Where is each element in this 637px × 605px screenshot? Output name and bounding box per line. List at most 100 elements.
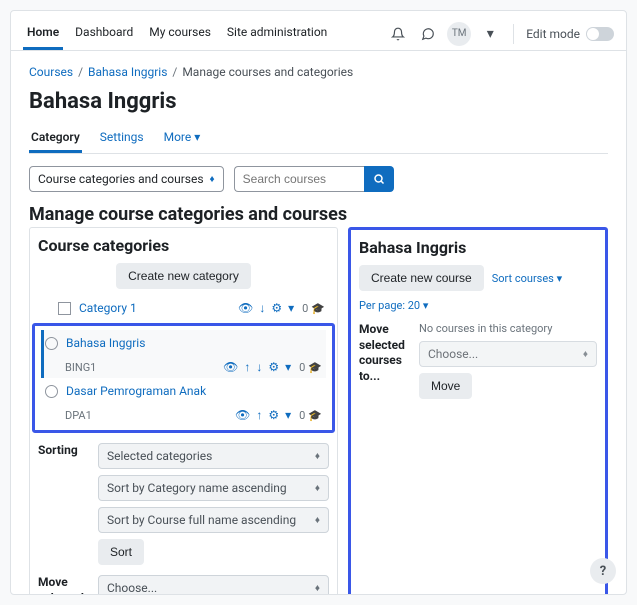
tab-settings[interactable]: Settings: [98, 124, 146, 153]
edit-mode-toggle[interactable]: [586, 27, 614, 41]
breadcrumb-sep: /: [172, 65, 177, 79]
select-caret-icon: ♦: [583, 349, 588, 360]
sort-by-course-select[interactable]: Sort by Course full name ascending♦: [98, 507, 329, 533]
top-nav-left: Home Dashboard My courses Site administr…: [23, 17, 331, 50]
app-frame: Home Dashboard My courses Site administr…: [10, 10, 627, 595]
bell-icon[interactable]: [387, 23, 409, 45]
avatar[interactable]: TM: [447, 22, 471, 46]
search-button[interactable]: [364, 166, 394, 192]
move-courses-button[interactable]: Move: [419, 373, 472, 399]
edit-mode: Edit mode: [526, 27, 614, 41]
select-caret-icon: ♦: [315, 583, 320, 594]
edit-mode-label: Edit mode: [526, 27, 580, 41]
breadcrumb-current: Manage courses and categories: [182, 65, 353, 79]
row-actions: 👁 ↓ ⚙ ▾: [238, 301, 294, 315]
category-radio[interactable]: [45, 385, 58, 398]
category-link[interactable]: Dasar Pemrograman Anak: [66, 384, 322, 398]
chevron-down-icon[interactable]: ▾: [288, 301, 294, 315]
tab-category[interactable]: Category: [29, 124, 82, 153]
breadcrumb: Courses / Bahasa Inggris / Manage course…: [29, 65, 608, 79]
move-target-select[interactable]: Choose...♦: [98, 575, 329, 595]
filter-row: Course categories and courses ♦: [29, 166, 608, 192]
move-courses-label: Move selected courses to...: [359, 322, 409, 384]
nav-home[interactable]: Home: [23, 17, 63, 50]
create-course-button[interactable]: Create new course: [359, 265, 484, 291]
sort-by-category-select[interactable]: Sort by Category name ascending♦: [98, 475, 329, 501]
gear-icon[interactable]: ⚙: [268, 408, 279, 422]
courses-panel: Bahasa Inggris Create new course Sort co…: [348, 227, 608, 595]
nav-siteadmin[interactable]: Site administration: [223, 17, 331, 50]
sort-scope-select[interactable]: Selected categories♦: [98, 443, 329, 469]
chevron-down-icon: ▾: [557, 272, 563, 285]
create-category-button[interactable]: Create new category: [116, 263, 251, 289]
gear-icon[interactable]: ⚙: [271, 301, 282, 315]
move-categories-label: Move selected categories to: [38, 575, 88, 595]
row-actions: 👁 ↑ ↓ ⚙ ▾: [223, 360, 291, 374]
eye-icon[interactable]: 👁: [223, 360, 238, 374]
move-up-icon[interactable]: ↑: [256, 408, 262, 422]
two-column-layout: Course categories Create new category Ca…: [29, 227, 608, 595]
chat-icon[interactable]: [417, 23, 439, 45]
category-checkbox[interactable]: [58, 302, 71, 315]
view-select-label: Course categories and courses: [38, 172, 204, 186]
courses-panel-title: Bahasa Inggris: [359, 238, 597, 257]
chevron-down-icon[interactable]: ▾: [285, 408, 291, 422]
graduation-icon: 🎓: [308, 361, 322, 374]
course-count: 0🎓: [299, 361, 322, 374]
category-link[interactable]: Bahasa Inggris: [66, 336, 322, 350]
main-content: Courses / Bahasa Inggris / Manage course…: [11, 51, 626, 595]
eye-icon[interactable]: 👁: [238, 301, 253, 315]
top-nav: Home Dashboard My courses Site administr…: [11, 11, 626, 51]
move-courses-form: Move selected courses to... No courses i…: [359, 322, 597, 399]
graduation-icon: 🎓: [308, 409, 322, 422]
nav-dashboard[interactable]: Dashboard: [71, 17, 137, 50]
chevron-down-icon: ▾: [194, 130, 200, 144]
gear-icon[interactable]: ⚙: [268, 360, 279, 374]
category-row: Dasar Pemrograman Anak DPA1 👁 ↑ ⚙ ▾: [41, 378, 326, 426]
selection-indicator: [41, 330, 44, 378]
breadcrumb-sep: /: [78, 65, 83, 79]
highlighted-categories: Bahasa Inggris BING1 👁 ↑ ↓ ⚙: [32, 323, 335, 433]
chevron-down-icon[interactable]: ▾: [479, 23, 501, 45]
nav-divider: [513, 24, 514, 44]
move-courses-target-select[interactable]: Choose...♦: [419, 341, 597, 367]
categories-panel-title: Course categories: [38, 236, 329, 255]
top-nav-right: TM ▾ Edit mode: [387, 22, 614, 46]
chevron-down-icon[interactable]: ▾: [285, 360, 291, 374]
select-caret-icon: ♦: [315, 515, 320, 526]
eye-icon[interactable]: 👁: [235, 408, 250, 422]
sorting-label: Sorting: [38, 443, 88, 459]
sort-courses-link[interactable]: Sort courses ▾: [492, 272, 562, 285]
category-shortname: BING1: [65, 361, 96, 374]
sort-button[interactable]: Sort: [98, 539, 144, 565]
section-title: Manage course categories and courses: [29, 204, 608, 225]
move-down-icon[interactable]: ↓: [259, 301, 265, 315]
category-radio[interactable]: [45, 337, 58, 350]
help-button[interactable]: ?: [590, 558, 616, 584]
category-link[interactable]: Category 1: [79, 301, 230, 315]
move-down-icon[interactable]: ↓: [256, 360, 262, 374]
search-input[interactable]: [234, 166, 364, 192]
view-select[interactable]: Course categories and courses ♦: [29, 166, 224, 192]
row-actions: 👁 ↑ ⚙ ▾: [235, 408, 291, 422]
per-page-link[interactable]: Per page: 20 ▾: [359, 299, 428, 312]
category-shortname: DPA1: [65, 409, 92, 422]
courses-panel-actions: Create new course Sort courses ▾ Per pag…: [359, 265, 597, 312]
chevron-down-icon: ▾: [423, 299, 429, 312]
breadcrumb-item[interactable]: Bahasa Inggris: [88, 65, 167, 79]
sorting-form: Sorting Selected categories♦ Sort by Cat…: [38, 443, 329, 565]
categories-panel: Course categories Create new category Ca…: [29, 227, 338, 595]
course-count: 0🎓: [299, 409, 322, 422]
no-courses-message: No courses in this category: [419, 322, 597, 335]
select-caret-icon: ♦: [315, 451, 320, 462]
course-count: 0🎓: [302, 302, 325, 315]
breadcrumb-item[interactable]: Courses: [29, 65, 73, 79]
category-row: Category 1 👁 ↓ ⚙ ▾ 0🎓: [38, 295, 329, 321]
nav-mycourses[interactable]: My courses: [145, 17, 215, 50]
move-up-icon[interactable]: ↑: [244, 360, 250, 374]
move-categories-form: Move selected categories to Choose...♦ M…: [38, 575, 329, 595]
tab-more[interactable]: More ▾: [162, 124, 203, 153]
search-group: [234, 166, 394, 192]
category-list: Category 1 👁 ↓ ⚙ ▾ 0🎓: [38, 295, 329, 433]
select-caret-icon: ♦: [315, 483, 320, 494]
